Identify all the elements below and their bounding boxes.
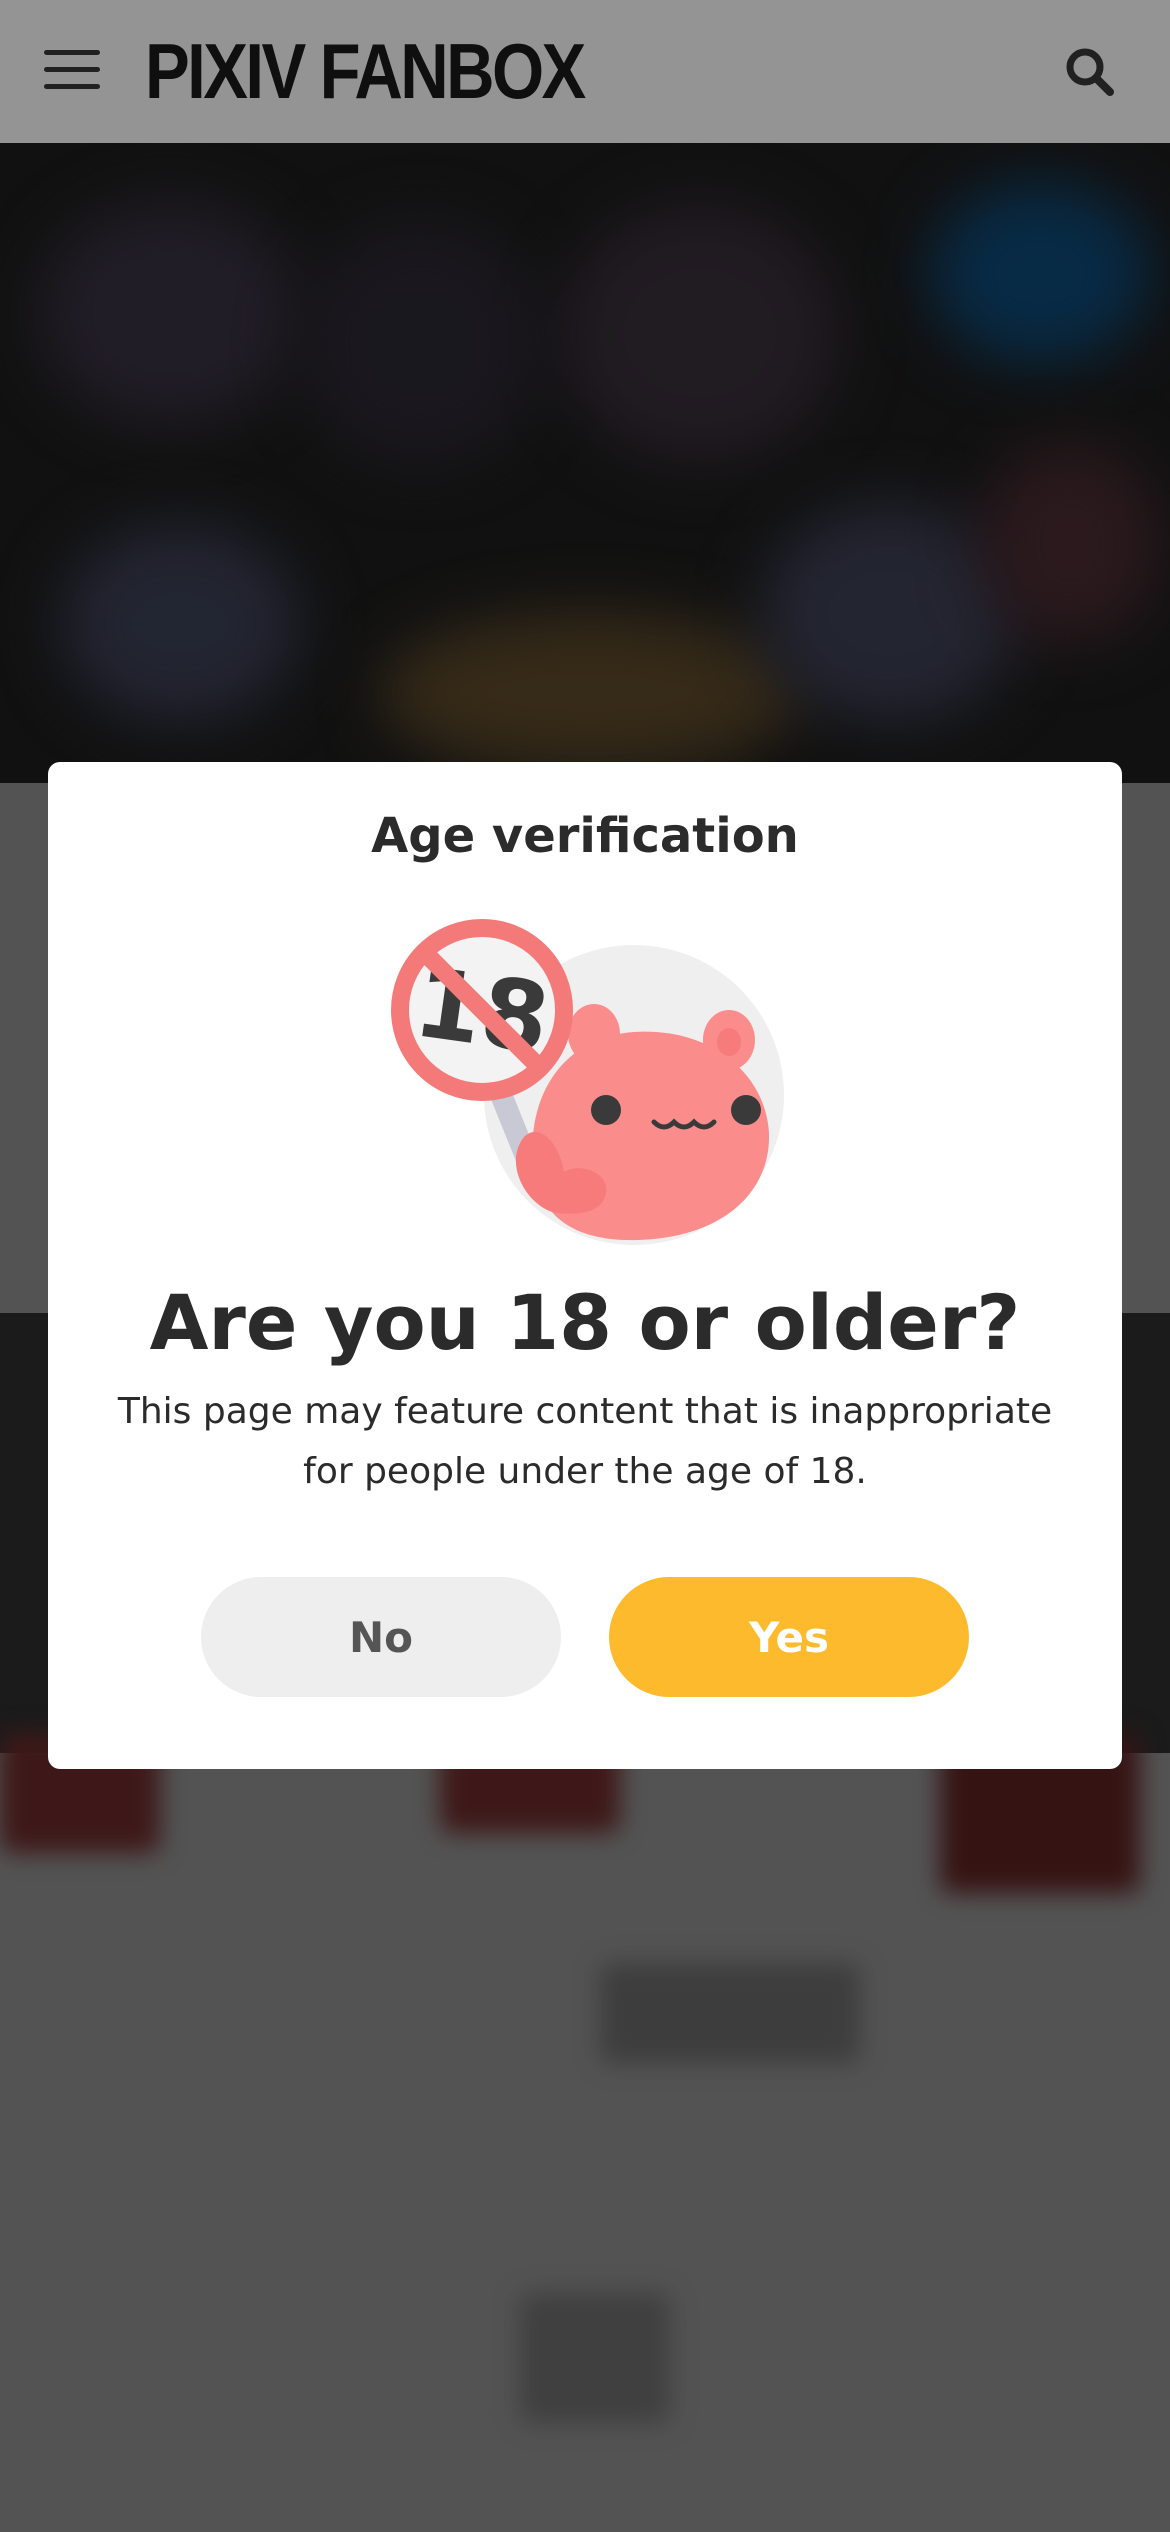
dialog-title: Age verification [371, 808, 799, 864]
age-question: Are you 18 or older? [149, 1278, 1021, 1367]
age-verification-dialog: Age verification 18 Are you [48, 762, 1122, 1769]
age-warning-text: This page may feature content that is in… [117, 1391, 1053, 1492]
yes-button[interactable]: Yes [609, 1577, 969, 1697]
age-restricted-mascot-icon: 18 [384, 912, 794, 1252]
no-button[interactable]: No [201, 1577, 561, 1697]
